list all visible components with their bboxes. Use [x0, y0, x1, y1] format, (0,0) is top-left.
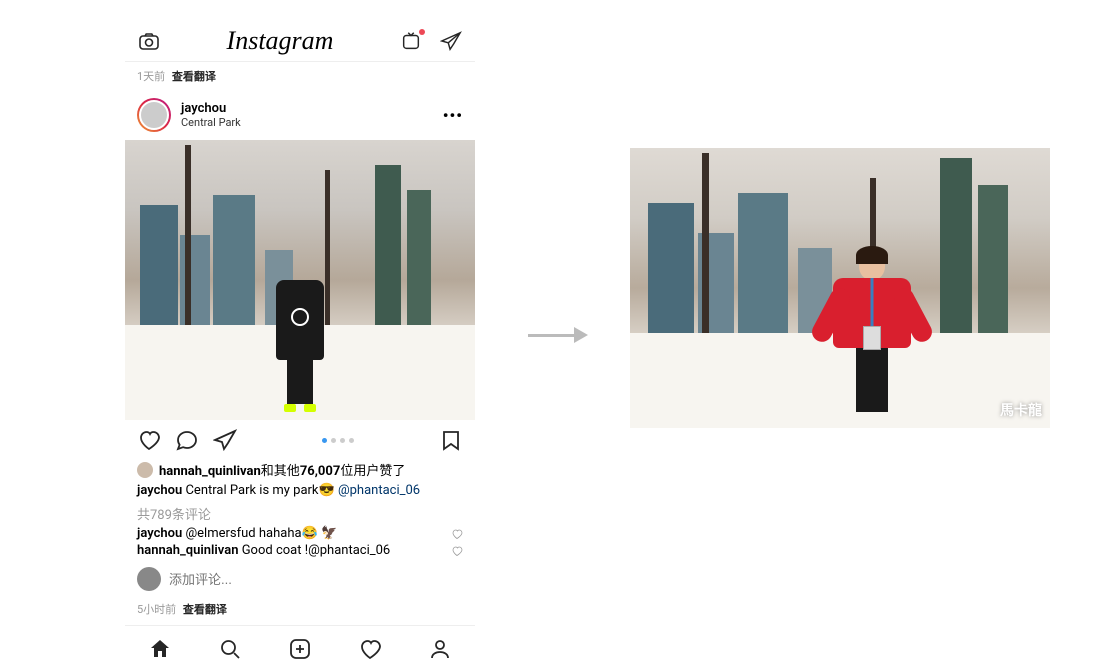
save-icon[interactable]	[439, 428, 463, 452]
view-all-comments[interactable]: 共789条评论	[125, 502, 475, 525]
instagram-logo: Instagram	[227, 26, 334, 56]
author-username[interactable]: jaychou	[181, 101, 443, 116]
pager-dot[interactable]	[331, 438, 336, 443]
pager-dot[interactable]	[349, 438, 354, 443]
edited-person-figure	[832, 250, 912, 420]
watermark: 馬卡龍	[1000, 400, 1042, 420]
edited-image: 馬卡龍	[630, 148, 1050, 428]
liker-avatar	[137, 462, 153, 478]
previous-post-meta: 1天前 查看翻译	[125, 62, 475, 90]
add-comment-row	[125, 559, 475, 599]
post-image[interactable]	[125, 140, 475, 420]
top-bar: Instagram	[125, 20, 475, 62]
share-icon[interactable]	[213, 428, 237, 452]
caption-username[interactable]: jaychou	[137, 483, 182, 498]
caption-mention[interactable]: @phantaci_06	[338, 483, 420, 498]
home-icon[interactable]	[148, 637, 172, 661]
comment-icon[interactable]	[175, 428, 199, 452]
likes-line[interactable]: hannah_quinlivan和其他76,007位用户赞了	[125, 460, 475, 479]
post-time-row: 5小时前 查看翻译	[125, 599, 475, 625]
comment-text: Good coat !	[242, 543, 308, 558]
comment-row: jaychou @elmersfud hahaha😂 🦅	[125, 525, 475, 542]
carousel-pager	[237, 438, 439, 443]
person-figure	[275, 280, 325, 410]
bottom-nav	[125, 625, 475, 671]
pager-dot[interactable]	[340, 438, 345, 443]
search-icon[interactable]	[218, 637, 242, 661]
comment-row: hannah_quinlivan Good coat !@phantaci_06	[125, 542, 475, 559]
add-comment-input[interactable]	[169, 572, 463, 587]
comment-mention[interactable]: @elmersfud	[185, 526, 255, 541]
comment-text: hahaha😂 🦅	[256, 526, 338, 541]
arrow-icon	[528, 320, 588, 350]
post-location[interactable]: Central Park	[181, 116, 443, 129]
direct-message-icon[interactable]	[439, 29, 463, 53]
my-avatar	[137, 567, 161, 591]
pager-dot[interactable]	[322, 438, 327, 443]
comment-like-icon[interactable]	[451, 528, 463, 540]
post-header: jaychou Central Park •••	[125, 90, 475, 140]
prev-time: 1天前	[137, 70, 165, 83]
author-avatar	[139, 100, 169, 130]
more-options-icon[interactable]: •••	[443, 106, 463, 125]
instagram-app: Instagram 1天前 查看翻译 jaychou Central Park …	[125, 20, 475, 671]
comment-mention[interactable]: @phantaci_06	[308, 543, 390, 558]
translate-link[interactable]: 查看翻译	[183, 603, 227, 616]
liker-name: hannah_quinlivan	[159, 464, 261, 479]
add-post-icon[interactable]	[288, 637, 312, 661]
author-avatar-ring[interactable]	[137, 98, 171, 132]
comment-username[interactable]: jaychou	[137, 526, 182, 541]
prev-translate-link[interactable]: 查看翻译	[172, 70, 216, 83]
igtv-icon[interactable]	[399, 29, 423, 53]
activity-icon[interactable]	[358, 637, 382, 661]
action-bar	[125, 420, 475, 460]
camera-icon[interactable]	[137, 29, 161, 53]
post-time: 5小时前	[137, 603, 176, 616]
comment-like-icon[interactable]	[451, 545, 463, 557]
caption-text: Central Park is my park😎	[185, 483, 337, 498]
profile-icon[interactable]	[428, 637, 452, 661]
caption: jaychou Central Park is my park😎 @phanta…	[125, 479, 475, 502]
like-icon[interactable]	[137, 428, 161, 452]
comment-username[interactable]: hannah_quinlivan	[137, 543, 238, 558]
